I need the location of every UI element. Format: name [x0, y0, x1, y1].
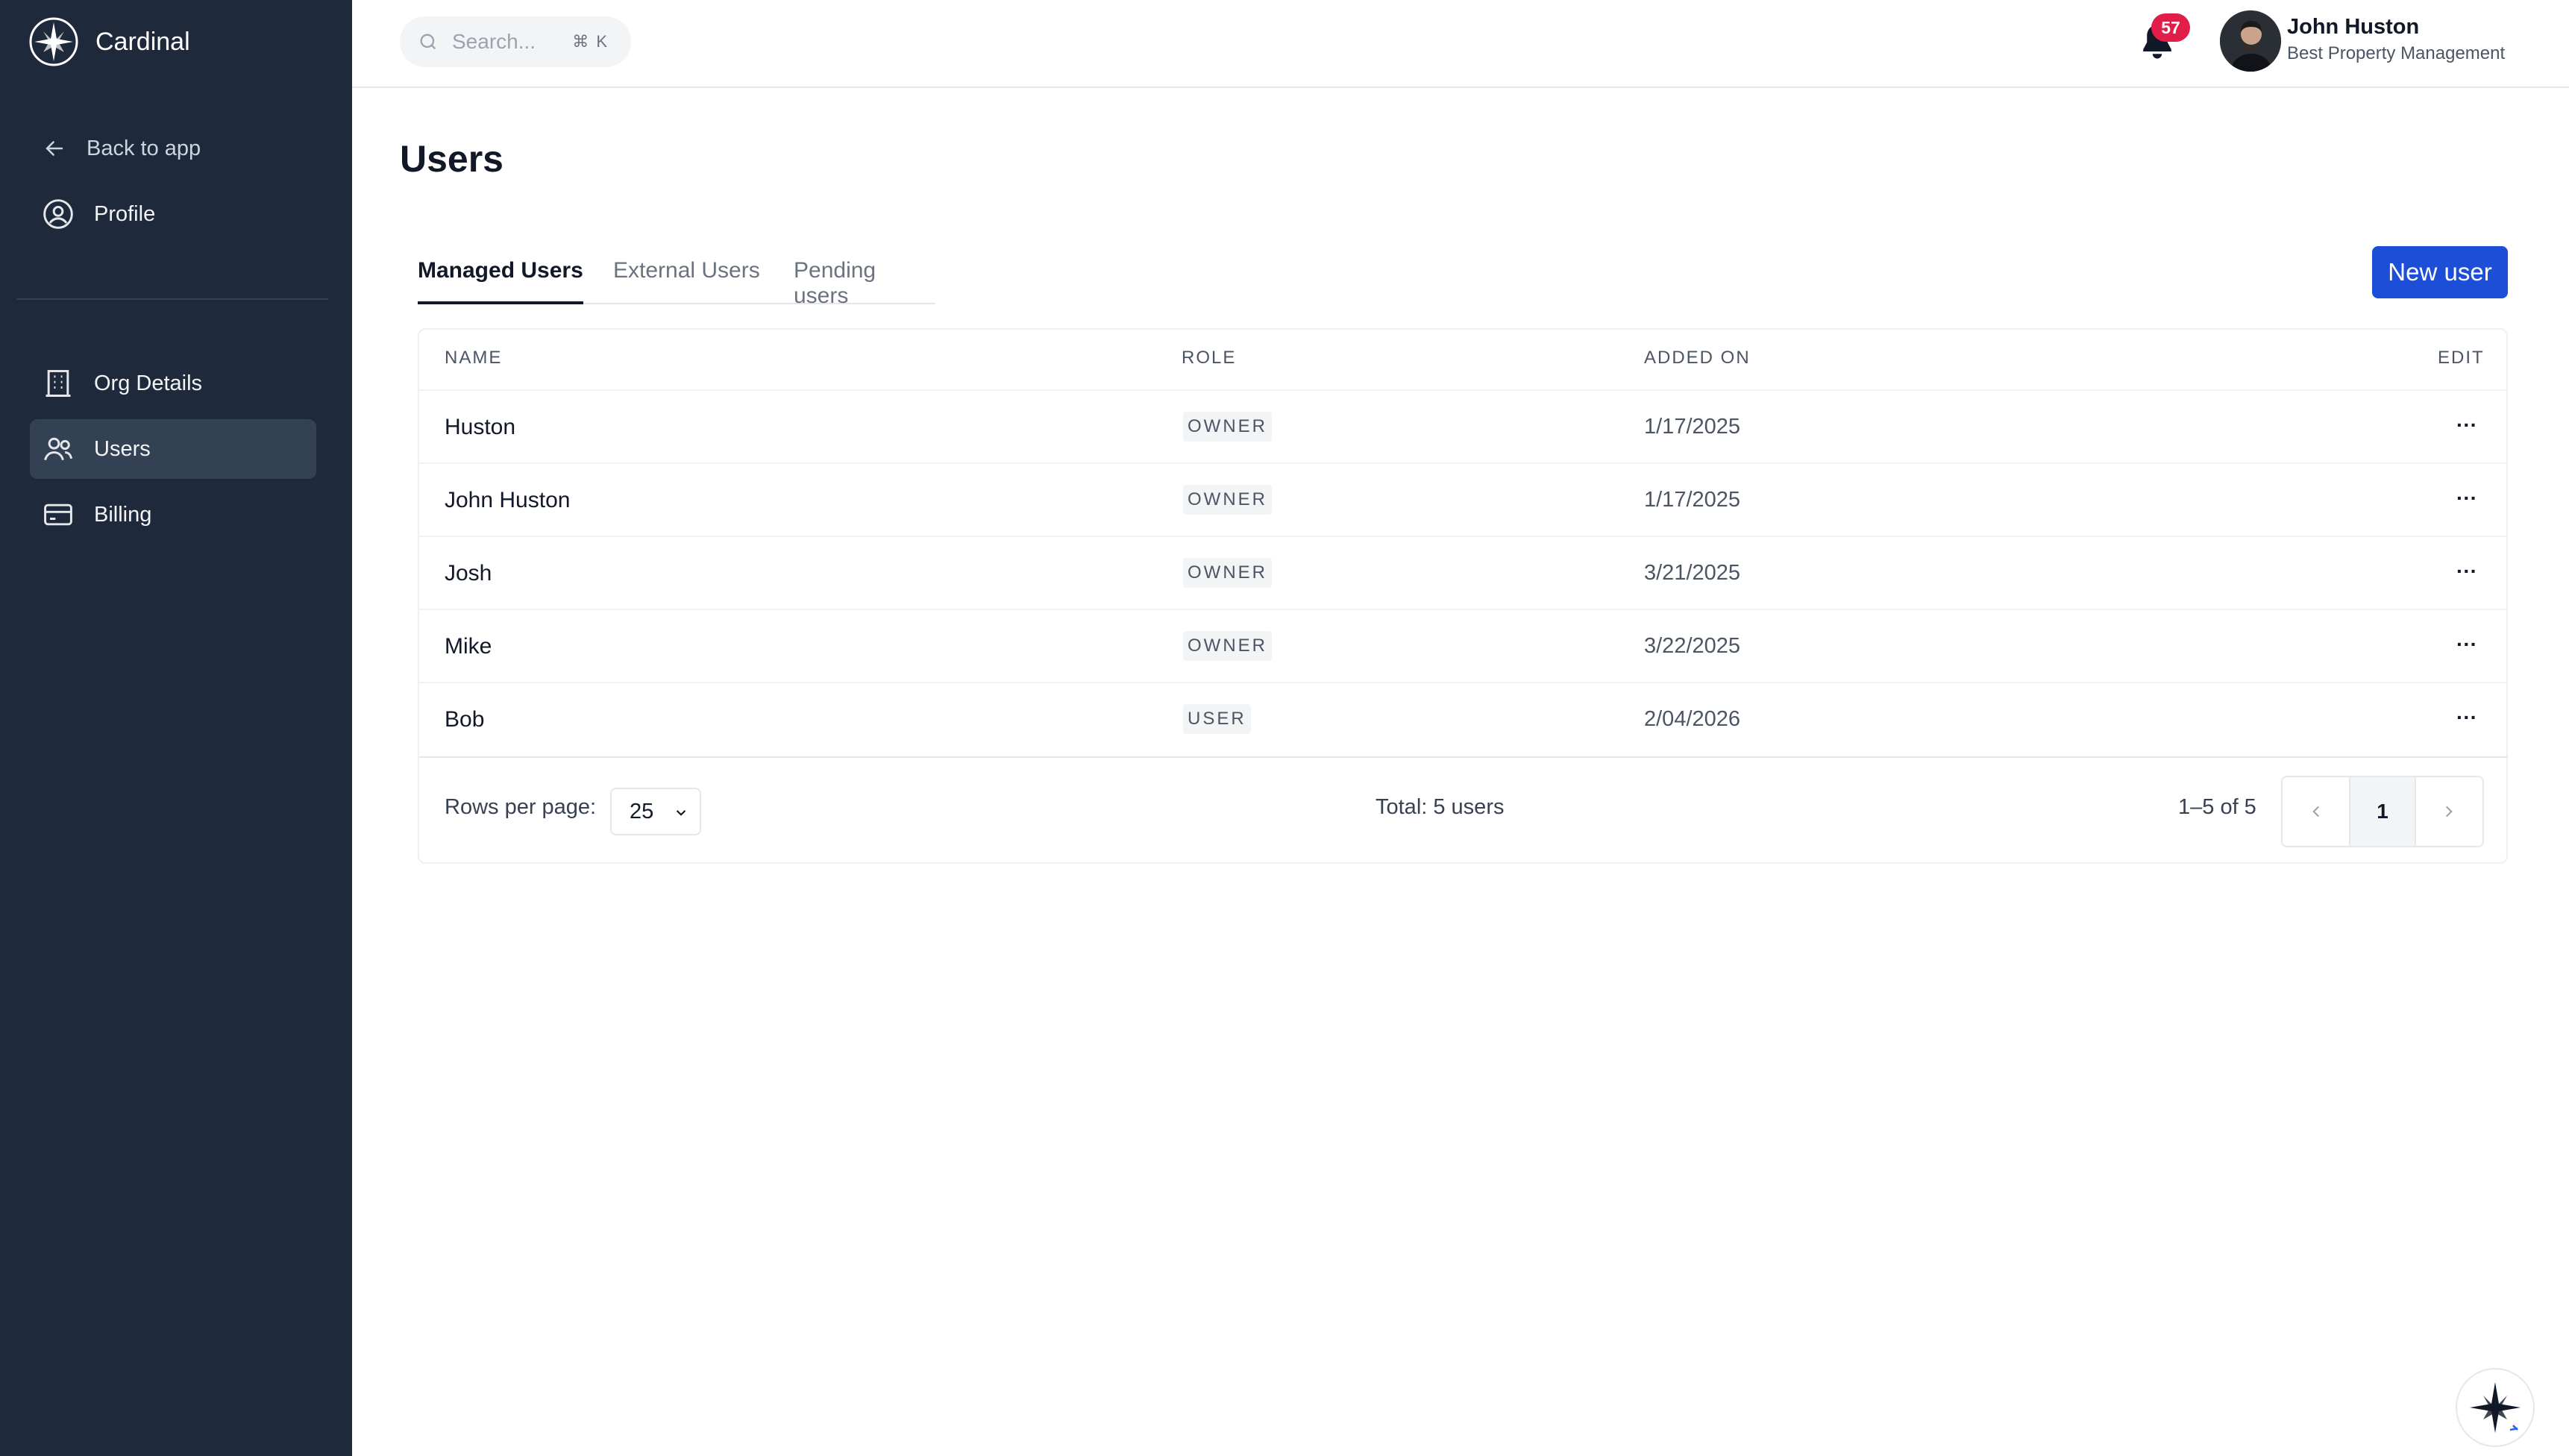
user-org: Best Property Management [2287, 43, 2506, 63]
search-input[interactable]: Search... ⌘ K [400, 16, 631, 67]
more-options-button[interactable]: ··· [2448, 628, 2485, 661]
avatar-image [2220, 10, 2281, 72]
page-button-current[interactable]: 1 [2349, 777, 2416, 846]
table-row: Mike OWNER 3/22/2025 ··· [419, 609, 2508, 682]
back-to-app-label: Back to app [87, 136, 201, 160]
added-on-cell: 1/17/2025 [1644, 488, 1741, 512]
more-options-button[interactable]: ··· [2448, 555, 2485, 588]
user-tabs: Managed Users External Users Pending use… [418, 246, 935, 308]
sidebar-divider [16, 298, 328, 300]
sidebar-item-label: Users [94, 436, 151, 461]
table-row: Huston OWNER 1/17/2025 ··· [419, 389, 2508, 462]
app-name: Cardinal [95, 27, 190, 56]
role-badge: OWNER [1183, 558, 1272, 588]
sidebar-item-billing[interactable]: Billing [30, 485, 316, 545]
table-row: Josh OWNER 3/21/2025 ··· [419, 536, 2508, 609]
chevron-right-icon [2446, 806, 2453, 818]
avatar[interactable] [2220, 10, 2281, 72]
arrow-left-icon [46, 141, 63, 156]
search-shortcut: ⌘ K [572, 32, 609, 51]
profile-link[interactable]: Profile [30, 184, 316, 244]
added-on-cell: 3/22/2025 [1644, 634, 1741, 658]
building-icon [46, 370, 71, 397]
tab-managed-users[interactable]: Managed Users [418, 258, 583, 304]
more-options-button[interactable]: ··· [2448, 409, 2485, 442]
rows-per-page-label: Rows per page: [445, 795, 597, 819]
table-row: John Huston OWNER 1/17/2025 ··· [419, 462, 2508, 536]
notification-count-badge: 57 [2151, 13, 2190, 42]
users-table: NAME ROLE ADDED ON EDIT Huston OWNER 1/1… [418, 328, 2508, 864]
sidebar-item-org-details[interactable]: Org Details [30, 354, 316, 413]
table-footer: Rows per page: 25 Total: 5 users 1–5 of … [419, 756, 2508, 864]
rows-per-page-select[interactable]: 25 [610, 788, 701, 835]
chevron-left-icon [2312, 806, 2319, 818]
search-placeholder: Search... [452, 30, 536, 53]
next-page-button[interactable] [2416, 777, 2482, 846]
role-badge: OWNER [1183, 485, 1272, 515]
credit-card-icon [44, 503, 72, 526]
sidebar-item-users[interactable]: Users [30, 419, 316, 479]
user-name-cell: Bob [445, 707, 485, 732]
cardinal-logo-icon [29, 17, 78, 66]
chevron-down-icon [676, 810, 686, 816]
pagination: 1 [2281, 776, 2484, 847]
page-title: Users [400, 138, 504, 180]
new-user-button[interactable]: New user [2372, 246, 2508, 298]
sidebar: Cardinal Back to app Profile Org Details… [0, 0, 352, 1456]
more-options-button[interactable]: ··· [2448, 482, 2485, 515]
users-icon [44, 437, 73, 461]
user-circle-icon [43, 199, 73, 229]
column-header-role: ROLE [1182, 348, 1237, 368]
user-name-cell: John Huston [445, 488, 571, 512]
role-badge: OWNER [1183, 631, 1272, 661]
sidebar-item-label: Org Details [94, 371, 203, 395]
user-name-cell: Huston [445, 415, 516, 439]
role-badge: USER [1183, 704, 1251, 734]
column-header-edit: EDIT [2438, 348, 2485, 368]
search-icon [420, 34, 436, 50]
pagination-range: 1–5 of 5 [2178, 795, 2256, 819]
compass-star-icon [2470, 1382, 2521, 1433]
user-name-cell: Mike [445, 634, 492, 659]
sidebar-item-label: Billing [94, 502, 152, 527]
tab-pending-users[interactable]: Pending users [794, 258, 935, 308]
added-on-cell: 1/17/2025 [1644, 415, 1741, 439]
column-header-added-on: ADDED ON [1644, 348, 1751, 368]
added-on-cell: 3/21/2025 [1644, 561, 1741, 585]
profile-label: Profile [94, 201, 156, 226]
assistant-button[interactable] [2456, 1368, 2535, 1447]
role-badge: OWNER [1183, 412, 1272, 442]
top-bar: Search... ⌘ K 57 John Huston Best Proper… [352, 0, 2569, 88]
back-to-app-link[interactable]: Back to app [30, 119, 316, 178]
more-options-button[interactable]: ··· [2448, 701, 2485, 734]
user-name[interactable]: John Huston [2287, 15, 2419, 40]
total-users: Total: 5 users [1376, 795, 1505, 819]
rows-per-page-value: 25 [630, 799, 654, 823]
added-on-cell: 2/04/2026 [1644, 707, 1741, 731]
previous-page-button[interactable] [2283, 777, 2349, 846]
user-name-cell: Josh [445, 561, 492, 586]
tab-external-users[interactable]: External Users [613, 258, 760, 304]
column-header-name: NAME [445, 348, 503, 368]
brand[interactable]: Cardinal [28, 16, 190, 67]
table-row: Bob USER 2/04/2026 ··· [419, 682, 2508, 755]
